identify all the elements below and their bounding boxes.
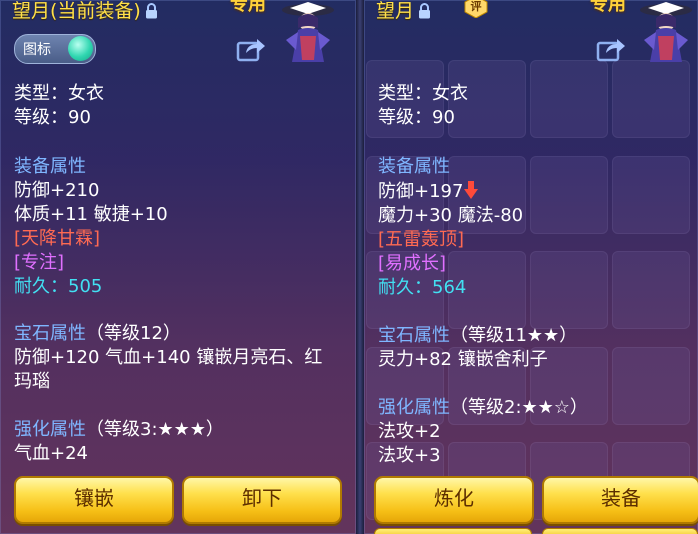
strengthen-line-2: 法攻+3 [378, 445, 441, 466]
item-name-header: 望月(当前装备) [12, 0, 158, 22]
special-effect: [天降甘霖] [14, 228, 101, 249]
attr-line-1: 防御+210 [14, 180, 100, 201]
icon-toggle[interactable]: 图标 [14, 34, 96, 64]
share-icon[interactable] [236, 36, 266, 62]
strengthen-level: （等级2:★★☆） [450, 397, 588, 418]
durability-label: 耐久： [378, 277, 432, 298]
gem-attr-title: 宝石属性 [14, 323, 86, 344]
strengthen-attr-title: 强化属性 [378, 397, 450, 418]
down-arrow-icon [463, 180, 479, 200]
gem-attr-title: 宝石属性 [378, 325, 450, 346]
strengthen-line-1: 气血+24 [14, 443, 88, 464]
durability-value: 564 [432, 277, 467, 298]
character-portrait-icon [278, 0, 338, 62]
lock-icon [418, 3, 431, 19]
type-line: 类型：女衣 [378, 83, 468, 104]
exclusive-label: 专用 [230, 0, 266, 15]
gem-attr-line: 宝石属性（等级12） [14, 322, 181, 346]
unequip-button[interactable]: 卸下 [182, 476, 342, 524]
icon-toggle-label: 图标 [23, 42, 51, 58]
gem-line-1: 灵力+82 镶嵌舍利子 [378, 349, 548, 370]
equip-attr-title: 装备属性 [14, 156, 86, 177]
inlay-button[interactable]: 镶嵌 [14, 476, 174, 524]
special-skill: [易成长] [378, 253, 447, 274]
lock-icon [145, 3, 158, 19]
item-name: 望月 [376, 0, 415, 22]
share-icon[interactable] [596, 36, 626, 62]
exclusive-label: 专用 [590, 0, 626, 15]
equip-attr-title: 装备属性 [378, 156, 450, 177]
item-name: 望月 [12, 0, 51, 22]
equip-button[interactable]: 装备 [542, 476, 698, 524]
special-skill: [专注] [14, 252, 65, 273]
special-effect: [五雷轰顶] [378, 229, 465, 250]
attr-line-1: 防御+197 [378, 181, 464, 202]
toggle-knob [68, 36, 93, 61]
attr-line-2: 体质+11 敏捷+10 [14, 204, 168, 225]
item-name-header: 望月 [376, 0, 431, 22]
gem-level: （等级12） [86, 323, 181, 344]
eval-badge-icon[interactable]: 评 [464, 0, 488, 19]
current-equipped-label: (当前装备) [50, 0, 141, 22]
durability-value: 505 [68, 276, 103, 297]
character-portrait-icon [636, 0, 696, 62]
strengthen-attr-title: 强化属性 [14, 419, 86, 440]
durability-line: 耐久：564 [378, 276, 466, 300]
type-line: 类型：女衣 [14, 83, 104, 104]
refine-button[interactable]: 炼化 [374, 476, 534, 524]
strengthen-level: （等级3:★★★） [86, 419, 224, 440]
current-equipment-panel: 望月(当前装备) 专用 图标 类型：女衣 等级：90 装备属性 防御+210 体… [0, 0, 356, 534]
next-button-strip [374, 528, 532, 534]
level-line: 等级：90 [14, 107, 91, 128]
attr-line-2: 魔力+30 魔法-80 [378, 205, 524, 226]
strengthen-line-1: 法攻+2 [378, 421, 441, 442]
eval-badge-label: 评 [470, 0, 482, 13]
durability-line: 耐久：505 [14, 275, 102, 299]
next-button-strip [542, 528, 698, 534]
gem-attr-line: 宝石属性（等级11★★） [378, 324, 577, 348]
durability-label: 耐久： [14, 276, 68, 297]
compare-equipment-panel: 望月 评 专用 类型：女衣 等级：90 装备属性 防御+197 魔力+30 魔法… [364, 0, 698, 534]
gem-level: （等级11★★） [450, 325, 578, 346]
strengthen-attr-line: 强化属性（等级3:★★★） [14, 418, 224, 442]
attr-line-1-row: 防御+197 [378, 180, 479, 204]
level-line: 等级：90 [378, 107, 455, 128]
gem-line-2: 玛瑙 [14, 371, 50, 392]
gem-line-1: 防御+120 气血+140 镶嵌月亮石、红 [14, 347, 323, 368]
strengthen-attr-line: 强化属性（等级2:★★☆） [378, 396, 588, 420]
panel-divider [356, 0, 364, 534]
